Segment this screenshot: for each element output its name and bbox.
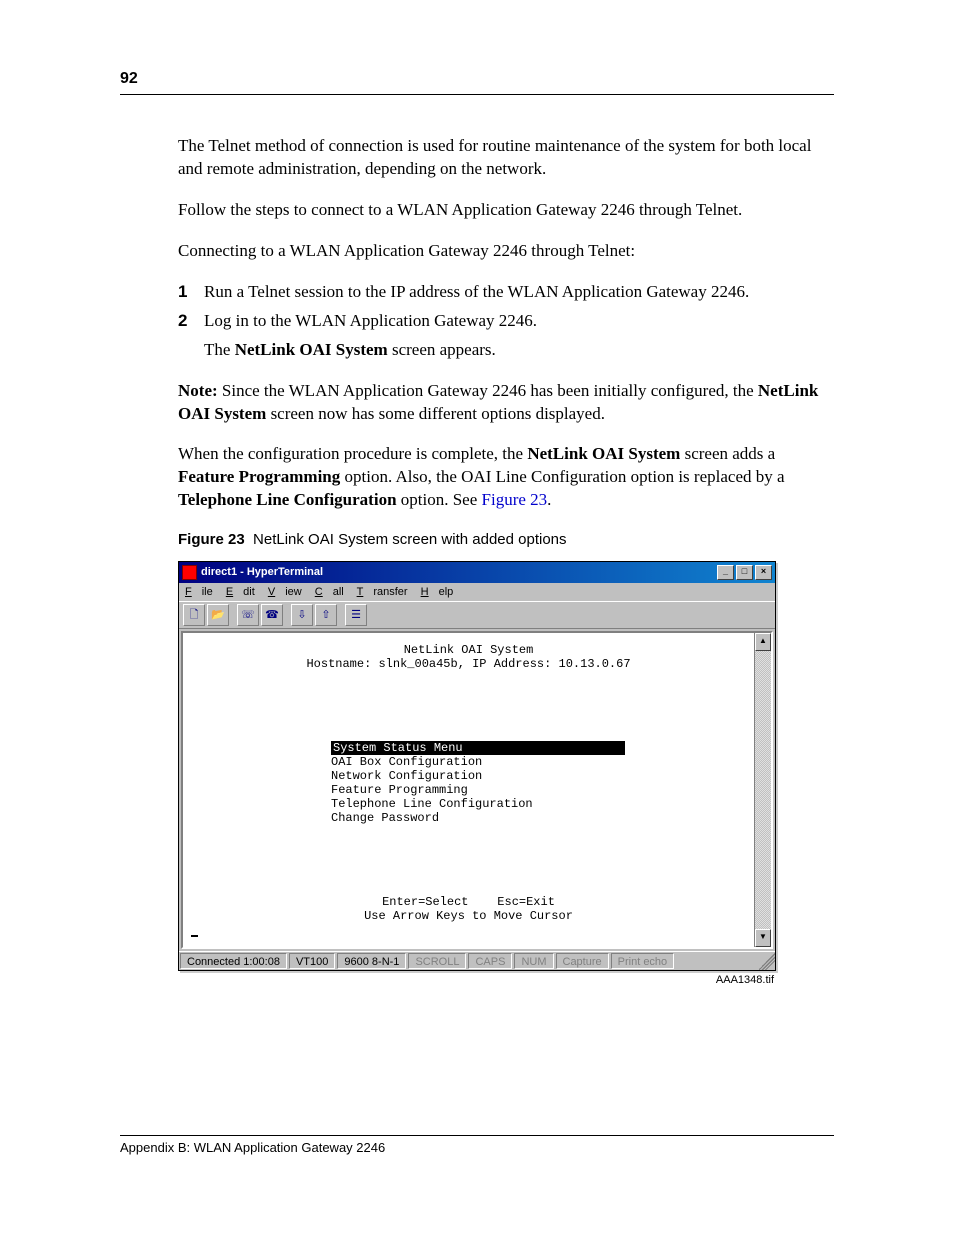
app-icon [182, 565, 197, 580]
terminal-wrap: NetLink OAI SystemHostname: slnk_00a45b,… [181, 631, 773, 949]
menu-help[interactable]: Help [421, 586, 454, 598]
term-hint: Use Arrow Keys to Move Cursor [191, 909, 746, 923]
terminal[interactable]: NetLink OAI SystemHostname: slnk_00a45b,… [183, 633, 754, 947]
step-text-line: Log in to the WLAN Application Gateway 2… [204, 311, 537, 330]
menu-call[interactable]: Call [315, 586, 344, 598]
paragraph: Connecting to a WLAN Application Gateway… [178, 240, 834, 263]
page: 92 The Telnet method of connection is us… [0, 0, 954, 1235]
titlebar: direct1 - HyperTerminal _ □ × [179, 562, 775, 583]
menu-view[interactable]: View [268, 586, 302, 598]
step-item: 1 Run a Telnet session to the IP address… [178, 281, 834, 304]
term-menu-item[interactable]: OAI Box Configuration [331, 755, 482, 769]
scrollbar[interactable]: ▲ ▼ [754, 633, 771, 947]
footer-rule [120, 1135, 834, 1136]
open-icon[interactable]: 📂 [207, 604, 229, 626]
term-menu-item[interactable]: Feature Programming [331, 783, 468, 797]
window-controls: _ □ × [717, 565, 772, 580]
image-filename: AAA1348.tif [178, 973, 774, 988]
cursor-icon [191, 935, 198, 937]
menu-file[interactable]: File [185, 586, 213, 598]
status-connected: Connected 1:00:08 [180, 953, 287, 969]
resize-grip-icon[interactable] [759, 952, 775, 970]
disconnect-icon[interactable]: ☎ [261, 604, 283, 626]
menu-edit[interactable]: Edit [226, 586, 255, 598]
scroll-up-icon[interactable]: ▲ [755, 633, 771, 651]
send-icon[interactable]: ⇩ [291, 604, 313, 626]
figure-link[interactable]: Figure 23 [482, 490, 548, 509]
term-menu: System Status Menu OAI Box Configuration… [331, 741, 746, 825]
status-echo: Print echo [611, 953, 675, 969]
maximize-button[interactable]: □ [736, 565, 753, 580]
note-label: Note: [178, 381, 218, 400]
term-menu-item[interactable]: Change Password [331, 811, 439, 825]
status-capture: Capture [556, 953, 609, 969]
step-item: 2 Log in to the WLAN Application Gateway… [178, 310, 834, 362]
term-menu-item[interactable]: Telephone Line Configuration [331, 797, 533, 811]
body-content: The Telnet method of connection is used … [120, 135, 834, 988]
receive-icon[interactable]: ⇧ [315, 604, 337, 626]
figure-label: Figure 23 [178, 531, 245, 548]
status-scroll: SCROLL [408, 953, 466, 969]
step-text: Run a Telnet session to the IP address o… [204, 281, 834, 304]
figure-title: NetLink OAI System screen with added opt… [253, 531, 567, 548]
term-hostline: Hostname: slnk_00a45b, IP Address: 10.13… [191, 657, 746, 671]
note-paragraph: Note: Since the WLAN Application Gateway… [178, 380, 834, 426]
term-menu-selected[interactable]: System Status Menu [331, 741, 465, 755]
scroll-down-icon[interactable]: ▼ [755, 929, 771, 947]
menu-transfer[interactable]: Transfer [357, 586, 408, 598]
hyperterminal-window: direct1 - HyperTerminal _ □ × File Edit … [178, 561, 776, 972]
menubar: File Edit View Call Transfer Help [179, 583, 775, 602]
top-rule [120, 94, 834, 95]
footer-text: Appendix B: WLAN Application Gateway 224… [120, 1140, 834, 1155]
status-caps: CAPS [468, 953, 512, 969]
connect-icon[interactable]: ☏ [237, 604, 259, 626]
term-menu-item[interactable]: Network Configuration [331, 769, 482, 783]
minimize-button[interactable]: _ [717, 565, 734, 580]
close-button[interactable]: × [755, 565, 772, 580]
term-hint: Enter=Select Esc=Exit [191, 895, 746, 909]
steps-list: 1 Run a Telnet session to the IP address… [178, 281, 834, 362]
paragraph: The Telnet method of connection is used … [178, 135, 834, 181]
step-sub: The NetLink OAI System screen appears. [204, 339, 834, 362]
footer: Appendix B: WLAN Application Gateway 224… [120, 1135, 834, 1155]
scroll-track[interactable] [755, 651, 771, 929]
step-text: Log in to the WLAN Application Gateway 2… [204, 310, 834, 362]
step-number: 1 [178, 281, 204, 304]
figure-caption: Figure 23 NetLink OAI System screen with… [178, 530, 834, 550]
step-number: 2 [178, 310, 204, 362]
term-title: NetLink OAI System [191, 643, 746, 657]
new-icon[interactable]: 🗋 [183, 604, 205, 626]
toolbar: 🗋 📂 ☏ ☎ ⇩ ⇧ ☰ [179, 601, 775, 629]
paragraph: Follow the steps to connect to a WLAN Ap… [178, 199, 834, 222]
page-number: 92 [120, 70, 834, 88]
properties-icon[interactable]: ☰ [345, 604, 367, 626]
paragraph: When the configuration procedure is comp… [178, 443, 834, 512]
status-baud: 9600 8-N-1 [337, 953, 406, 969]
window-title: direct1 - HyperTerminal [201, 565, 717, 580]
status-num: NUM [514, 953, 553, 969]
status-emulation: VT100 [289, 953, 335, 969]
statusbar: Connected 1:00:08 VT100 9600 8-N-1 SCROL… [179, 951, 775, 970]
